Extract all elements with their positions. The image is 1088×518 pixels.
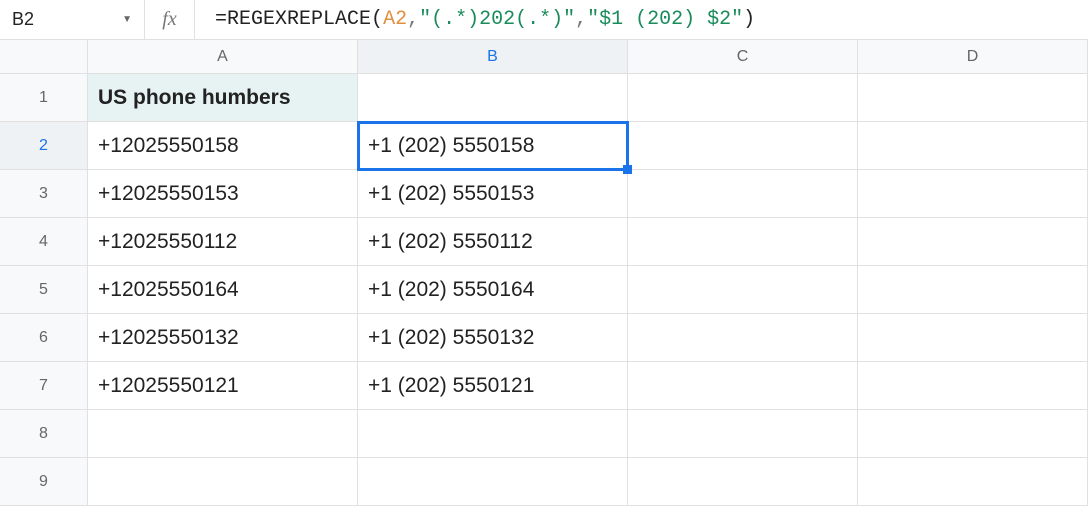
cell-B7[interactable]: +1 (202) 5550121 <box>358 362 628 410</box>
col-header-A[interactable]: A <box>88 40 358 74</box>
cell-D8[interactable] <box>858 410 1088 458</box>
cell-B4[interactable]: +1 (202) 5550112 <box>358 218 628 266</box>
row-header-3[interactable]: 3 <box>0 170 88 218</box>
cell-C9[interactable] <box>628 458 858 506</box>
row-header-5[interactable]: 5 <box>0 266 88 314</box>
row-header-7[interactable]: 7 <box>0 362 88 410</box>
chevron-down-icon[interactable]: ▼ <box>122 14 132 25</box>
cell-C3[interactable] <box>628 170 858 218</box>
select-all-corner[interactable] <box>0 40 88 74</box>
col-header-D[interactable]: D <box>858 40 1088 74</box>
cell-A6[interactable]: +12025550132 <box>88 314 358 362</box>
cell-A4[interactable]: +12025550112 <box>88 218 358 266</box>
formula-input[interactable]: =REGEXREPLACE(A2,"(.*)202(.*)","$1 (202)… <box>195 0 1088 39</box>
cell-D4[interactable] <box>858 218 1088 266</box>
cell-A3[interactable]: +12025550153 <box>88 170 358 218</box>
formula-bar: B2 ▼ fx =REGEXREPLACE(A2,"(.*)202(.*)","… <box>0 0 1088 40</box>
cell-C8[interactable] <box>628 410 858 458</box>
cell-B5[interactable]: +1 (202) 5550164 <box>358 266 628 314</box>
cell-C7[interactable] <box>628 362 858 410</box>
cell-B8[interactable] <box>358 410 628 458</box>
fill-handle[interactable] <box>623 165 632 174</box>
cell-D1[interactable] <box>858 74 1088 122</box>
formula-comma1: , <box>407 8 419 31</box>
formula-ref: A2 <box>383 8 407 31</box>
active-cell-ref: B2 <box>12 9 34 30</box>
cell-A7[interactable]: +12025550121 <box>88 362 358 410</box>
formula-arg3: "$1 (202) $2" <box>587 8 743 31</box>
cell-D5[interactable] <box>858 266 1088 314</box>
cell-C6[interactable] <box>628 314 858 362</box>
row-header-6[interactable]: 6 <box>0 314 88 362</box>
paren-open: ( <box>371 8 383 31</box>
formula-prefix: = <box>215 8 227 31</box>
cell-A2[interactable]: +12025550158 <box>88 122 358 170</box>
cell-A1[interactable]: US phone humbers <box>88 74 358 122</box>
name-box[interactable]: B2 ▼ <box>0 0 145 39</box>
cell-B1[interactable] <box>358 74 628 122</box>
cell-B6[interactable]: +1 (202) 5550132 <box>358 314 628 362</box>
cell-A9[interactable] <box>88 458 358 506</box>
cell-B2[interactable]: +1 (202) 5550158 <box>358 122 628 170</box>
row-header-4[interactable]: 4 <box>0 218 88 266</box>
cell-D3[interactable] <box>858 170 1088 218</box>
cell-C4[interactable] <box>628 218 858 266</box>
cell-A8[interactable] <box>88 410 358 458</box>
fx-icon[interactable]: fx <box>145 0 195 39</box>
cell-D6[interactable] <box>858 314 1088 362</box>
cell-D7[interactable] <box>858 362 1088 410</box>
paren-close: ) <box>743 8 755 31</box>
cell-B2-value: +1 (202) 5550158 <box>368 134 534 158</box>
cell-B9[interactable] <box>358 458 628 506</box>
row-header-9[interactable]: 9 <box>0 458 88 506</box>
formula-comma2: , <box>575 8 587 31</box>
row-header-8[interactable]: 8 <box>0 410 88 458</box>
cell-D9[interactable] <box>858 458 1088 506</box>
col-header-B[interactable]: B <box>358 40 628 74</box>
row-header-2[interactable]: 2 <box>0 122 88 170</box>
col-header-C[interactable]: C <box>628 40 858 74</box>
cell-C2[interactable] <box>628 122 858 170</box>
cell-B3[interactable]: +1 (202) 5550153 <box>358 170 628 218</box>
cell-D2[interactable] <box>858 122 1088 170</box>
cell-A5[interactable]: +12025550164 <box>88 266 358 314</box>
cell-C1[interactable] <box>628 74 858 122</box>
cell-C5[interactable] <box>628 266 858 314</box>
formula-arg2: "(.*)202(.*)" <box>419 8 575 31</box>
formula-fn: REGEXREPLACE <box>227 8 371 31</box>
row-header-1[interactable]: 1 <box>0 74 88 122</box>
spreadsheet-grid: A B C D 1 US phone humbers 2 +1202555015… <box>0 40 1088 506</box>
